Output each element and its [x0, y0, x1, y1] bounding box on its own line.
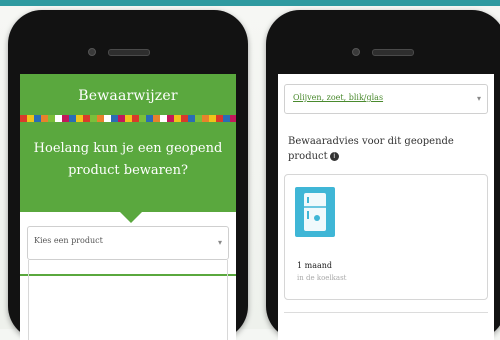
stripe-segment	[223, 115, 230, 122]
screen-left: Bewaarwijzer Hoelang kun je een geopend …	[20, 74, 236, 340]
stripe-segment	[160, 115, 167, 122]
content-border-right	[227, 260, 228, 340]
stripe-segment	[181, 115, 188, 122]
stripe-segment	[230, 115, 236, 122]
stripe-segment	[83, 115, 90, 122]
product-select-value: Olijven, zoet, blik/glas	[293, 93, 384, 102]
stripe-segment	[174, 115, 181, 122]
advice-heading: Bewaaradvies voor dit geopende product i	[288, 134, 484, 164]
product-select[interactable]: Olijven, zoet, blik/glas ▾	[284, 84, 488, 114]
stripe-segment	[69, 115, 76, 122]
stripe-segment	[118, 115, 125, 122]
stripe-segment	[62, 115, 69, 122]
storage-duration: 1 maand	[297, 261, 333, 270]
camera-icon	[352, 48, 360, 56]
phone-right: Olijven, zoet, blik/glas ▾ Bewaaradvies …	[266, 10, 500, 340]
stripe-segment	[153, 115, 160, 122]
storage-location: in de koelkast	[297, 274, 347, 282]
stripe-segment	[146, 115, 153, 122]
section-divider	[20, 274, 236, 276]
hero-banner: Bewaarwijzer Hoelang kun je een geopend …	[20, 74, 236, 212]
stripe-segment	[188, 115, 195, 122]
stripe-segment	[104, 115, 111, 122]
stripe-segment	[209, 115, 216, 122]
stripe-segment	[76, 115, 83, 122]
stripe-segment	[27, 115, 34, 122]
app-title: Bewaarwijzer	[78, 88, 178, 104]
chevron-down-icon: ▾	[217, 238, 222, 247]
banner-pointer	[118, 210, 144, 223]
section-divider	[284, 312, 488, 313]
stripe-segment	[90, 115, 97, 122]
stripe-segment	[167, 115, 174, 122]
stripe-segment	[125, 115, 132, 122]
stripe-segment	[20, 115, 27, 122]
stripe-segment	[139, 115, 146, 122]
fridge-icon	[295, 187, 335, 237]
stripe-segment	[132, 115, 139, 122]
chevron-down-icon: ▾	[476, 94, 481, 103]
stripe-segment	[111, 115, 118, 122]
advice-card: 1 maand in de koelkast	[284, 174, 488, 300]
stripe-segment	[202, 115, 209, 122]
hero-question: Hoelang kun je een geopend product bewar…	[33, 141, 223, 178]
stripe-segment	[55, 115, 62, 122]
stripe-segment	[216, 115, 223, 122]
info-icon[interactable]: i	[329, 152, 339, 161]
screen-right: Olijven, zoet, blik/glas ▾ Bewaaradvies …	[278, 74, 494, 340]
stripe-segment	[34, 115, 41, 122]
content-border-left	[28, 260, 29, 340]
stripe-segment	[48, 115, 55, 122]
camera-icon	[88, 48, 96, 56]
stripe-segment	[195, 115, 202, 122]
phone-left: Bewaarwijzer Hoelang kun je een geopend …	[8, 10, 248, 340]
phone-top-bezel	[8, 10, 248, 74]
product-select[interactable]: Kies een product ▾	[27, 226, 229, 260]
advice-title: Bewaaradvies voor dit geopende product	[288, 136, 454, 162]
speaker-grille	[372, 49, 414, 56]
decorative-stripe	[20, 115, 236, 122]
phone-top-bezel	[266, 10, 500, 74]
stripe-segment	[41, 115, 48, 122]
product-select-placeholder: Kies een product	[34, 236, 103, 245]
speaker-grille	[108, 49, 150, 56]
stripe-segment	[97, 115, 104, 122]
